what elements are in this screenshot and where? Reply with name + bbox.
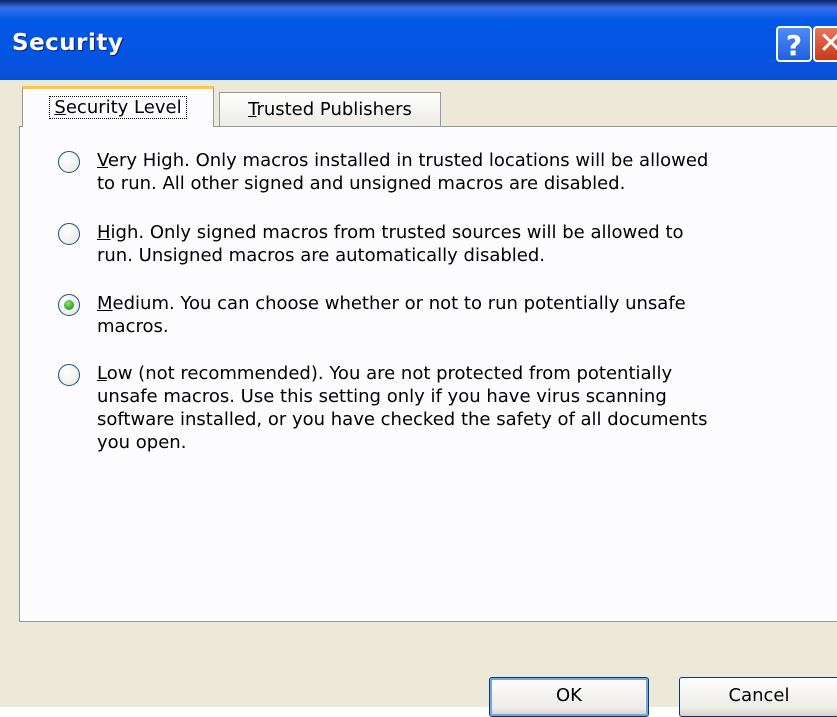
tab-security-level[interactable]: Security Level	[22, 86, 214, 127]
tab-security-level-accel: S	[54, 97, 66, 118]
radio-medium[interactable]	[58, 294, 80, 316]
option-medium-text: edium. You can choose whether or not to …	[97, 293, 686, 337]
radio-high[interactable]	[58, 223, 80, 245]
dialog-title: Security	[12, 30, 124, 56]
close-icon: ✕	[818, 26, 837, 61]
close-button[interactable]: ✕	[813, 26, 837, 62]
option-medium-label: Medium. You can choose whether or not to…	[97, 292, 837, 338]
option-medium-accel: M	[97, 293, 113, 314]
ok-button[interactable]: OK	[489, 677, 649, 717]
tab-security-level-rest: ecurity Level	[65, 97, 182, 118]
tab-trusted-publishers[interactable]: Trusted Publishers	[219, 92, 441, 127]
option-low-accel: L	[97, 363, 107, 384]
radio-low[interactable]	[58, 364, 80, 386]
option-low-label: Low (not recommended). You are not prote…	[97, 362, 837, 454]
option-high-text: igh. Only signed macros from trusted sou…	[97, 222, 684, 266]
security-level-panel: Very High. Only macros installed in trus…	[19, 126, 837, 622]
option-high-label: High. Only signed macros from trusted so…	[97, 221, 837, 267]
security-dialog: Security ? ✕ Security Level Trusted Publ…	[0, 0, 837, 717]
help-button[interactable]: ?	[776, 26, 812, 62]
tab-trusted-publishers-label: Trusted Publishers	[248, 99, 412, 120]
option-high-accel: H	[97, 222, 111, 243]
option-very-high-accel: V	[97, 150, 108, 171]
option-very-high-text: ery High. Only macros installed in trust…	[97, 150, 709, 194]
tab-security-level-label: Security Level	[49, 96, 187, 119]
help-icon: ?	[785, 29, 803, 62]
tab-trusted-publishers-rest: rusted Publishers	[256, 99, 412, 120]
option-very-high-label: Very High. Only macros installed in trus…	[97, 149, 837, 195]
cancel-button[interactable]: Cancel	[679, 677, 837, 717]
radio-very-high[interactable]	[58, 151, 80, 173]
title-bar[interactable]: Security ? ✕	[0, 0, 837, 80]
option-low-text: ow (not recommended). You are not protec…	[97, 363, 708, 453]
